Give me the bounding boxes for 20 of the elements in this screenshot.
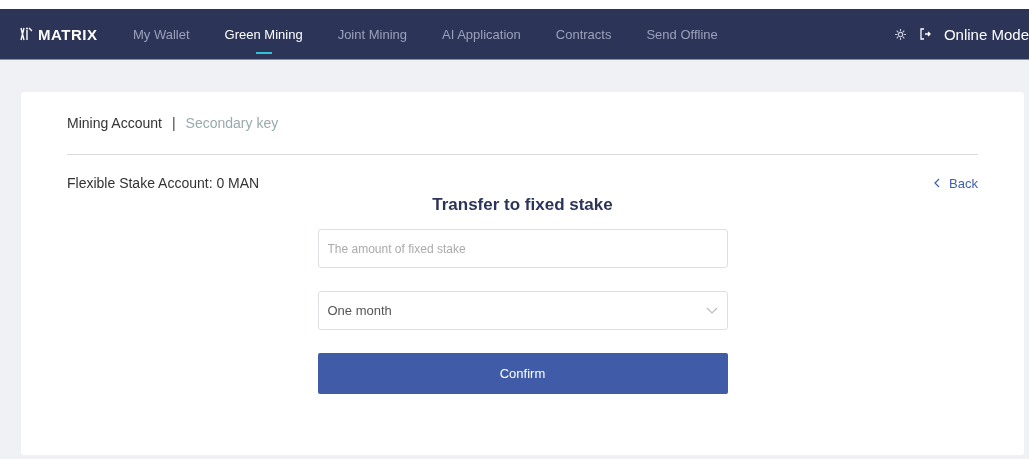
amount-input-field[interactable]: The amount of fixed stake — [317, 229, 728, 268]
back-link[interactable]: Back — [934, 175, 978, 191]
logout-icon[interactable] — [919, 28, 931, 40]
logo-text: MATRIX — [38, 25, 98, 43]
chevron-left-icon — [934, 178, 942, 188]
account-tab[interactable]: Mining Account — [67, 115, 162, 131]
nav-tab[interactable]: Contracts — [555, 8, 612, 60]
tab-separator: | — [171, 115, 176, 131]
nav-tab[interactable]: Green Mining — [224, 8, 303, 60]
confirm-button[interactable]: Confirm — [317, 353, 728, 394]
period-dropdown[interactable]: One month — [317, 291, 728, 330]
nav-tab[interactable]: Send Offline — [646, 8, 718, 60]
mode-label[interactable]: Online Mode — [943, 25, 1029, 43]
logo-icon — [20, 27, 34, 41]
form-title: Transfer to fixed stake — [431, 195, 614, 215]
nav-tab[interactable]: Joint Mining — [337, 8, 407, 60]
nav-tab[interactable]: My Wallet — [133, 8, 190, 60]
account-balance: Flexible Stake Account: 0 MAN — [67, 175, 260, 191]
nav-tab[interactable]: AI Application — [442, 8, 521, 60]
chevron-down-icon — [705, 306, 718, 315]
